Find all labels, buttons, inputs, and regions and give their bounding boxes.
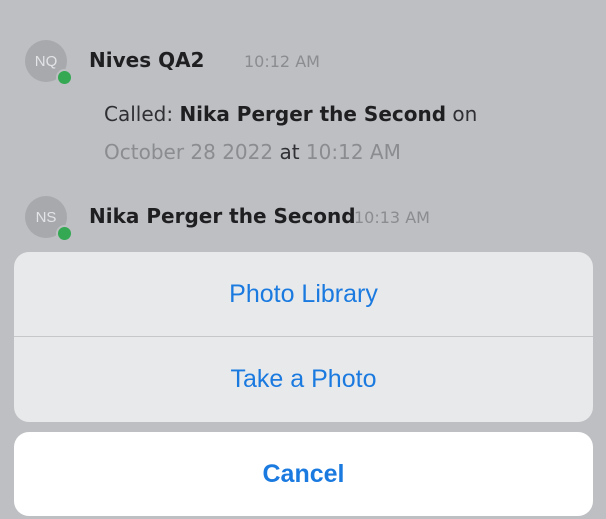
call-at-word: at (273, 140, 306, 164)
callee-name: Nika Perger the Second (179, 102, 447, 126)
call-time: 10:12 AM (305, 140, 401, 164)
call-summary-line: Called: Nika Perger the Second on (104, 102, 477, 126)
message-author[interactable]: Nika Perger the Second (89, 204, 356, 228)
call-prefix: Called: (104, 102, 180, 126)
take-photo-button[interactable]: Take a Photo (14, 337, 593, 421)
call-date-line: October 28 2022 at 10:12 AM (104, 140, 401, 164)
message-timestamp: 10:13 AM (354, 208, 430, 227)
call-on-word: on (446, 102, 478, 126)
message-author[interactable]: Nives QA2 (89, 48, 204, 72)
avatar-initials: NQ (34, 52, 58, 70)
action-sheet-options: Photo Library Take a Photo (14, 252, 593, 422)
call-date: October 28 2022 (104, 140, 274, 164)
photo-library-button[interactable]: Photo Library (14, 252, 593, 336)
online-status-dot (56, 225, 73, 242)
online-status-dot (56, 69, 73, 86)
message-timestamp: 10:12 AM (244, 52, 320, 71)
cancel-button[interactable]: Cancel (14, 432, 593, 516)
avatar-initials: NS (35, 208, 57, 226)
